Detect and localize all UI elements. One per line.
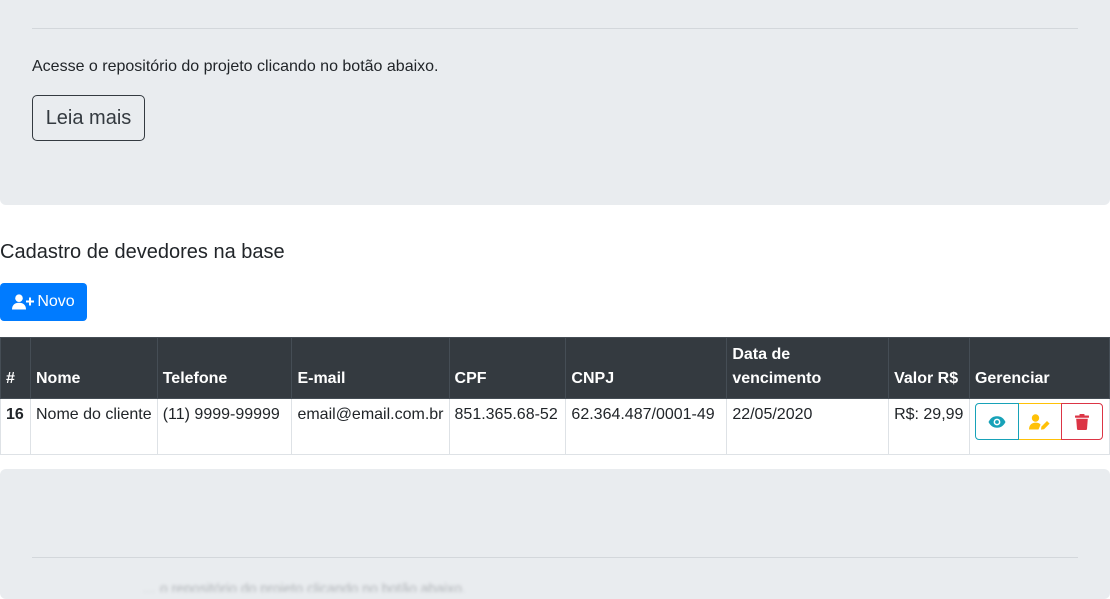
divider: [32, 28, 1078, 29]
table-header-row: # Nome Telefone E-mail CPF CNPJ Data de …: [0, 337, 1110, 399]
repository-jumbotron: Acesse o repositório do projeto clicando…: [0, 0, 1110, 205]
bottom-lead-text: … o repositório do projeto clicando no b…: [142, 580, 466, 592]
action-button-group: [974, 403, 1104, 440]
bottom-jumbotron: … o repositório do projeto clicando no b…: [0, 469, 1110, 599]
column-header-id: #: [0, 337, 31, 399]
column-header-due-date: Data de vencimento: [726, 337, 890, 399]
column-header-cnpj: CNPJ: [565, 337, 728, 399]
debtors-table: # Nome Telefone E-mail CPF CNPJ Data de …: [0, 337, 1110, 455]
trash-icon: [1074, 413, 1089, 430]
cell-cpf: 851.365.68-52: [448, 398, 567, 455]
cell-email: email@email.com.br: [291, 398, 450, 455]
debtors-section-title: Cadastro de devedores na base: [0, 241, 285, 263]
view-button[interactable]: [974, 403, 1019, 440]
eye-icon: [988, 415, 1006, 428]
cell-cnpj: 62.364.487/0001-49: [565, 398, 728, 455]
cell-name: Nome do cliente: [29, 398, 158, 455]
delete-button[interactable]: [1060, 403, 1103, 440]
cell-due-date: 22/05/2020: [726, 398, 890, 455]
column-header-phone: Telefone: [156, 337, 293, 399]
column-header-name: Nome: [29, 337, 158, 399]
user-plus-icon: [12, 294, 35, 310]
cell-id: 16: [0, 398, 31, 455]
new-debtor-button-label: Novo: [37, 293, 75, 310]
cell-amount: R$: 29,99: [888, 398, 970, 455]
cell-phone: (11) 9999-99999: [156, 398, 293, 455]
edit-button[interactable]: [1018, 403, 1061, 440]
repository-lead-text: Acesse o repositório do projeto clicando…: [32, 58, 439, 75]
user-edit-icon: [1029, 413, 1051, 430]
column-header-cpf: CPF: [448, 337, 567, 399]
divider: [32, 557, 1078, 558]
column-header-email: E-mail: [291, 337, 450, 399]
column-header-manage: Gerenciar: [968, 337, 1110, 399]
new-debtor-button[interactable]: Novo: [0, 283, 87, 321]
table-row: 16 Nome do cliente (11) 9999-99999 email…: [0, 398, 1110, 455]
column-header-amount: Valor R$: [888, 337, 970, 399]
read-more-button[interactable]: Leia mais: [32, 95, 145, 141]
cell-actions: [968, 398, 1110, 455]
